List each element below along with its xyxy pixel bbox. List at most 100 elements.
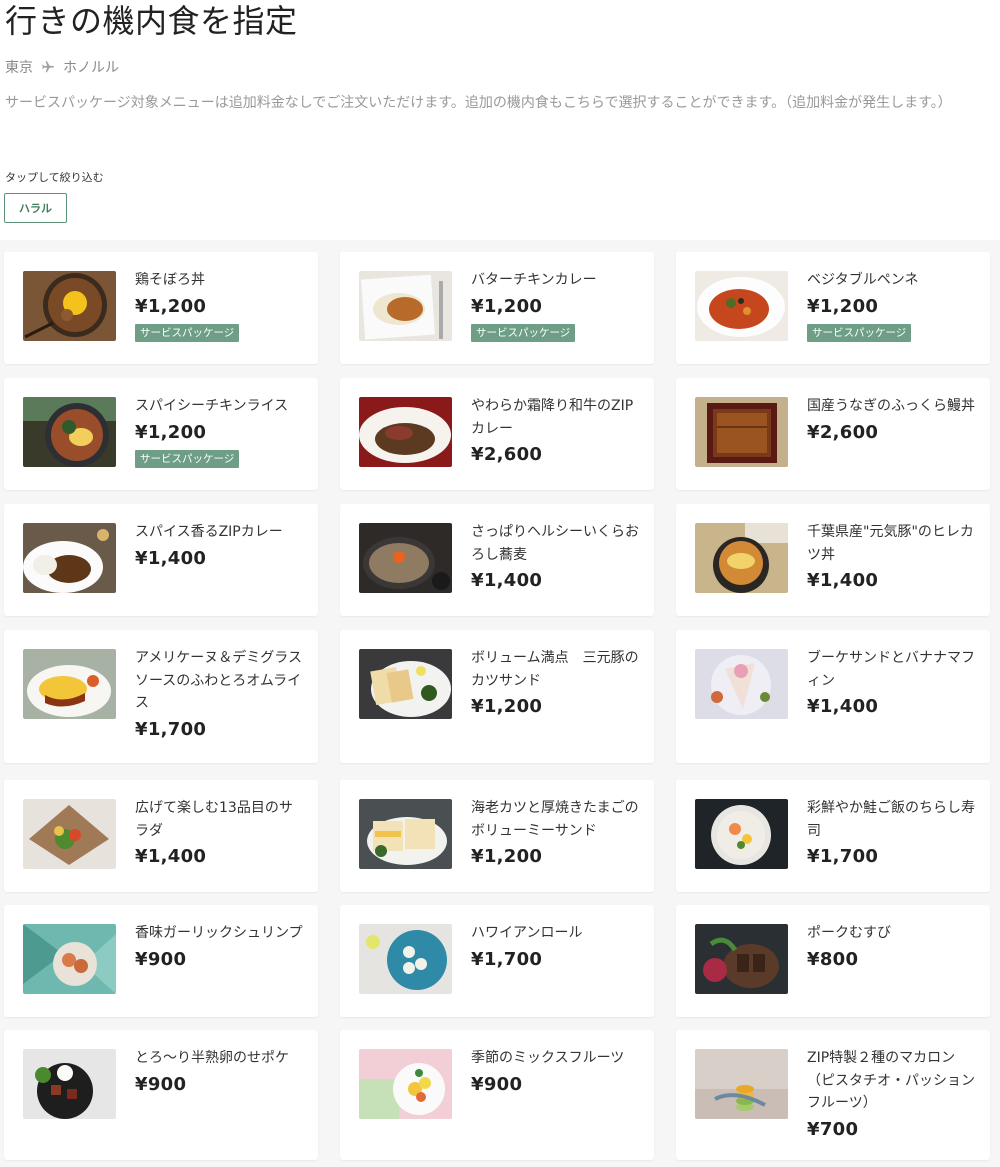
meal-photo (23, 523, 116, 593)
meal-price: ¥1,200 (135, 421, 207, 443)
meal-price: ¥900 (471, 1073, 523, 1095)
meal-price: ¥1,200 (807, 295, 879, 317)
meal-name: アメリケーヌ＆デミグラスソースのふわとろオムライス (135, 650, 303, 711)
meal-info: ベジタブルペンネ ¥1,200 サービスパッケージ (807, 269, 977, 342)
meal-info: 季節のミックスフルーツ ¥900 (471, 1047, 641, 1096)
meal-card[interactable]: ZIP特製２種のマカロン（ピスタチオ・パッションフルーツ） ¥700 (676, 1030, 990, 1160)
service-package-badge: サービスパッケージ (807, 323, 912, 342)
service-package-badge: サービスパッケージ (135, 323, 240, 342)
meal-card[interactable]: ボリューム満点 三元豚のカツサンド ¥1,200 (340, 630, 654, 763)
page-header: 行きの機内食を指定 東京 ホノルル サービスパッケージ対象メニューは追加料金なし… (0, 0, 1000, 240)
meal-name: スパイス香るZIPカレー (135, 524, 283, 540)
meal-card[interactable]: アメリケーヌ＆デミグラスソースのふわとろオムライス ¥1,700 (4, 630, 318, 763)
meal-card[interactable]: 千葉県産"元気豚"のヒレカツ丼 ¥1,400 (676, 504, 990, 616)
meal-card[interactable]: ハワイアンロール ¥1,700 (340, 905, 654, 1017)
meal-card[interactable]: やわらか霜降り和牛のZIPカレー ¥2,600 (340, 378, 654, 490)
filter-label: タップして絞り込む (5, 171, 104, 184)
meal-price: ¥1,200 (135, 295, 207, 317)
meal-photo (359, 799, 452, 869)
meal-info: 鶏そぼろ丼 ¥1,200 サービスパッケージ (135, 269, 305, 342)
meal-info: ボリューム満点 三元豚のカツサンド ¥1,200 (471, 647, 641, 718)
meal-card[interactable]: 広げて楽しむ13品目のサラダ ¥1,400 (4, 780, 318, 892)
meal-price: ¥1,400 (135, 846, 207, 867)
meal-price: ¥700 (807, 1118, 859, 1140)
meal-name: とろ〜り半熟卵のせポケ (135, 1050, 289, 1066)
meal-info: とろ〜り半熟卵のせポケ ¥900 (135, 1047, 305, 1096)
meal-name: ベジタブルペンネ (807, 272, 919, 288)
meal-card[interactable]: 彩鮮やか鮭ご飯のちらし寿司 ¥1,700 (676, 780, 990, 892)
meal-price: ¥2,600 (807, 421, 879, 443)
meal-price: ¥2,600 (471, 444, 543, 465)
meal-price: ¥1,400 (807, 696, 879, 717)
meal-info: 海老カツと厚焼きたまごのボリューミーサンド ¥1,200 (471, 797, 641, 868)
meal-info: ハワイアンロール ¥1,700 (471, 922, 641, 971)
meal-photo (695, 271, 788, 341)
meal-photo (695, 1049, 788, 1119)
meal-name: ブーケサンドとバナナマフィン (807, 650, 975, 689)
meal-price: ¥800 (807, 948, 859, 970)
meal-card[interactable]: 季節のミックスフルーツ ¥900 (340, 1030, 654, 1160)
meal-card[interactable]: スパイス香るZIPカレー ¥1,400 (4, 504, 318, 616)
route-destination: ホノルル (63, 60, 119, 76)
meal-name: 鶏そぼろ丼 (135, 272, 205, 288)
meal-info: スパイス香るZIPカレー ¥1,400 (135, 521, 305, 570)
meal-photo (359, 924, 452, 994)
meal-card[interactable]: バターチキンカレー ¥1,200 サービスパッケージ (340, 252, 654, 364)
meal-name: 広げて楽しむ13品目のサラダ (135, 800, 293, 839)
meal-card[interactable]: ブーケサンドとバナナマフィン ¥1,400 (676, 630, 990, 763)
meal-card[interactable]: とろ〜り半熟卵のせポケ ¥900 (4, 1030, 318, 1160)
meal-card[interactable]: 香味ガーリックシュリンプ ¥900 (4, 905, 318, 1017)
airplane-icon (42, 61, 54, 73)
meal-info: ブーケサンドとバナナマフィン ¥1,400 (807, 647, 977, 718)
meal-info: 彩鮮やか鮭ご飯のちらし寿司 ¥1,700 (807, 797, 977, 868)
meal-price: ¥900 (135, 1073, 187, 1095)
meal-photo (23, 397, 116, 467)
meal-info: さっぱりヘルシーいくらおろし蕎麦 ¥1,400 (471, 521, 641, 592)
meal-info: やわらか霜降り和牛のZIPカレー ¥2,600 (471, 395, 641, 466)
meal-card[interactable]: 鶏そぼろ丼 ¥1,200 サービスパッケージ (4, 252, 318, 364)
meal-photo (695, 924, 788, 994)
meal-card[interactable]: 国産うなぎのふっくら鰻丼 ¥2,600 (676, 378, 990, 490)
meal-info: 香味ガーリックシュリンプ ¥900 (135, 922, 305, 971)
meal-info: アメリケーヌ＆デミグラスソースのふわとろオムライス ¥1,700 (135, 647, 305, 741)
meal-photo (695, 397, 788, 467)
meal-card[interactable]: ベジタブルペンネ ¥1,200 サービスパッケージ (676, 252, 990, 364)
meal-name: ポークむすび (807, 925, 891, 941)
meal-price: ¥1,200 (471, 846, 543, 867)
halal-filter-button[interactable]: ハラル (4, 193, 67, 223)
description: サービスパッケージ対象メニューは追加料金なしでご注文いただけます。追加の機内食も… (5, 95, 952, 111)
meal-price: ¥1,400 (471, 570, 543, 591)
meal-name: 香味ガーリックシュリンプ (135, 925, 303, 941)
meal-photo (23, 799, 116, 869)
meal-card[interactable]: ポークむすび ¥800 (676, 905, 990, 1017)
meal-price: ¥1,700 (807, 846, 879, 867)
meal-price: ¥1,700 (471, 948, 543, 970)
meal-name: スパイシーチキンライス (135, 398, 289, 414)
meal-card[interactable]: 海老カツと厚焼きたまごのボリューミーサンド ¥1,200 (340, 780, 654, 892)
meal-info: ポークむすび ¥800 (807, 922, 977, 971)
meal-price: ¥1,700 (135, 718, 207, 740)
meal-name: やわらか霜降り和牛のZIPカレー (471, 398, 634, 437)
meal-card[interactable]: さっぱりヘルシーいくらおろし蕎麦 ¥1,400 (340, 504, 654, 616)
route: 東京 ホノルル (5, 57, 119, 77)
meal-price: ¥900 (135, 948, 187, 970)
meal-photo (359, 397, 452, 467)
meal-info: 国産うなぎのふっくら鰻丼 ¥2,600 (807, 395, 977, 444)
service-package-badge: サービスパッケージ (471, 323, 576, 342)
meal-name: ボリューム満点 三元豚のカツサンド (471, 650, 639, 689)
meal-name: ハワイアンロール (471, 925, 583, 941)
meal-photo (359, 523, 452, 593)
meal-card[interactable]: スパイシーチキンライス ¥1,200 サービスパッケージ (4, 378, 318, 490)
meal-name: 国産うなぎのふっくら鰻丼 (807, 398, 975, 414)
meal-price: ¥1,400 (135, 547, 207, 569)
meal-info: ZIP特製２種のマカロン（ピスタチオ・パッションフルーツ） ¥700 (807, 1047, 977, 1141)
meal-info: スパイシーチキンライス ¥1,200 サービスパッケージ (135, 395, 305, 468)
meal-price: ¥1,200 (471, 696, 543, 717)
meal-photo (695, 649, 788, 719)
meal-photo (695, 799, 788, 869)
meal-name: 千葉県産"元気豚"のヒレカツ丼 (807, 524, 974, 563)
meal-photo (23, 924, 116, 994)
meal-price: ¥1,200 (471, 295, 543, 317)
meal-photo (695, 523, 788, 593)
meal-info: 千葉県産"元気豚"のヒレカツ丼 ¥1,400 (807, 521, 977, 592)
